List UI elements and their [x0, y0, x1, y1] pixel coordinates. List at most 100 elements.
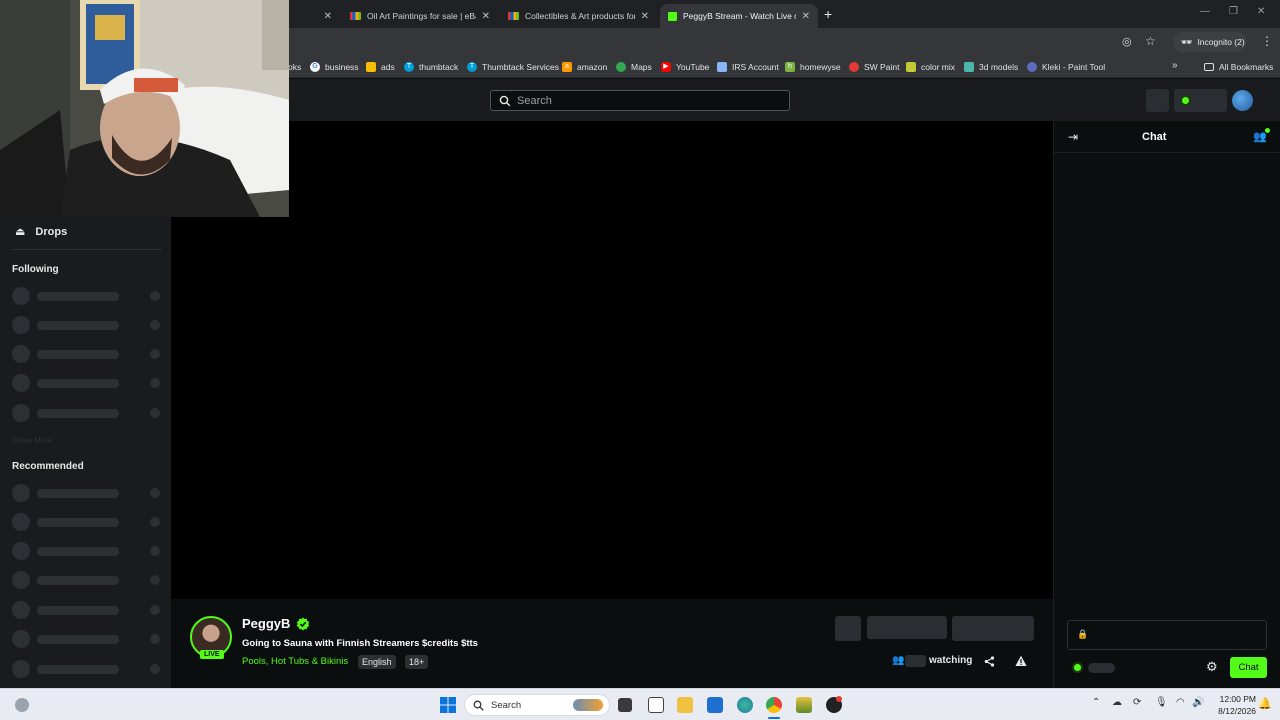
file-explorer-icon[interactable]	[677, 697, 693, 713]
send-chat-button[interactable]: Chat	[1230, 657, 1267, 678]
watching-label: watching	[929, 655, 973, 666]
following-channel-skeleton[interactable]	[12, 345, 160, 363]
close-tab-icon[interactable]: ✕	[802, 11, 810, 22]
bookmark-item[interactable]: ▶ YouTube	[661, 60, 709, 74]
windows-start-icon[interactable]	[440, 697, 456, 713]
notifications-bell-icon[interactable]: 🔔	[1258, 697, 1272, 710]
tray-sync-icon[interactable]: ⟳	[1133, 697, 1141, 708]
search-highlight-icon	[573, 699, 603, 711]
ebay-favicon-icon	[508, 12, 519, 20]
bookmark-item[interactable]: SW Paint	[849, 60, 899, 74]
sidebar-item-drops[interactable]: ⏏ Drops	[15, 225, 67, 239]
taskbar-search-box[interactable]: Search	[464, 694, 610, 716]
incognito-icon: 🕶	[1181, 36, 1193, 47]
tag-18-plus[interactable]: 18+	[405, 655, 429, 669]
bookmarks-overflow-icon[interactable]: »	[1172, 60, 1178, 71]
kick-favicon-icon	[668, 11, 677, 21]
thumbtack-icon: T	[467, 62, 477, 72]
tray-app-icon[interactable]: ☁	[1112, 697, 1122, 708]
google-ads-icon	[366, 62, 376, 72]
close-tab-icon[interactable]: ✕	[641, 11, 649, 22]
kick-coin-icon[interactable]	[1072, 662, 1083, 673]
bookmark-star-icon[interactable]: ☆	[1145, 34, 1156, 48]
browser-tab-active[interactable]: PeggyB Stream - Watch Live on ✕	[660, 4, 818, 28]
recommended-channel-skeleton[interactable]	[12, 630, 160, 648]
tag-english[interactable]: English	[358, 655, 396, 669]
wifi-icon[interactable]: ◠	[1176, 697, 1185, 708]
chat-message-input[interactable]: 🔒	[1067, 620, 1267, 650]
bookmark-item[interactable]: color mix	[906, 60, 955, 74]
search-icon	[473, 700, 484, 711]
avatar[interactable]	[1232, 90, 1253, 111]
incognito-indicator[interactable]: 🕶 Incognito (2)	[1173, 32, 1247, 52]
action-placeholder-button[interactable]	[835, 616, 861, 641]
browser-tab[interactable]: Collectibles & Art products for ✕	[500, 4, 657, 28]
bookmark-item[interactable]: a amazon	[562, 60, 607, 74]
chrome-icon[interactable]	[766, 697, 782, 713]
recommended-channel-skeleton[interactable]	[12, 660, 160, 678]
recommended-channel-skeleton[interactable]	[12, 542, 160, 560]
bookmark-item[interactable]: 3d models	[964, 60, 1018, 74]
tray-overflow-icon[interactable]: ⌃	[1092, 697, 1100, 708]
recommended-channel-skeleton[interactable]	[12, 484, 160, 502]
bookmark-item[interactable]: Maps	[616, 60, 652, 74]
verified-badge-icon	[297, 617, 310, 630]
video-player[interactable]	[171, 121, 1053, 599]
category-link[interactable]: Pools, Hot Tubs & Bikinis	[242, 656, 348, 667]
nav-placeholder-button[interactable]	[1146, 89, 1169, 112]
minimize-icon[interactable]: —	[1200, 6, 1210, 17]
channel-name-row: PeggyB	[242, 616, 310, 631]
bookmark-item[interactable]: oks	[288, 60, 301, 74]
bookmark-item[interactable]: ads	[366, 60, 395, 74]
search-input[interactable]: Search	[490, 90, 790, 111]
calculator-icon[interactable]	[707, 697, 723, 713]
app-stack-icon[interactable]	[796, 697, 812, 713]
live-badge: LIVE	[200, 650, 224, 659]
share-icon[interactable]	[984, 656, 995, 667]
all-bookmarks-button[interactable]: All Bookmarks	[1204, 60, 1273, 74]
thumbtack-icon: T	[404, 62, 414, 72]
recommended-channel-skeleton[interactable]	[12, 601, 160, 619]
report-warning-icon[interactable]	[1015, 655, 1027, 667]
bookmark-item[interactable]: Kleki - Paint Tool	[1027, 60, 1105, 74]
close-window-icon[interactable]: ✕	[1257, 6, 1265, 17]
amazon-icon: a	[562, 62, 572, 72]
chat-settings-gear-icon[interactable]: ⚙	[1206, 659, 1218, 675]
channel-name[interactable]: PeggyB	[242, 616, 290, 631]
eye-slash-icon[interactable]: ◎	[1122, 35, 1132, 48]
kick-coins-button[interactable]	[1174, 89, 1227, 112]
active-app-indicator	[768, 717, 780, 719]
bookmark-item[interactable]: T Thumbtack Services	[467, 60, 559, 74]
volume-icon[interactable]: 🔊	[1192, 697, 1204, 708]
following-heading: Following	[12, 264, 59, 275]
following-channel-skeleton[interactable]	[12, 287, 160, 305]
following-channel-skeleton[interactable]	[12, 404, 160, 422]
close-tab-icon[interactable]: ✕	[482, 11, 490, 22]
clock-date[interactable]: 8/12/2026	[1212, 706, 1256, 716]
edge-browser-icon[interactable]	[737, 697, 753, 713]
browser-menu-icon[interactable]: ⋮	[1261, 34, 1273, 48]
microphone-icon[interactable]: 🎙	[1155, 697, 1168, 708]
following-channel-skeleton[interactable]	[12, 316, 160, 334]
close-tab-icon[interactable]: ✕	[324, 11, 332, 22]
widgets-icon[interactable]	[15, 698, 29, 712]
bookmark-item[interactable]: h homewyse	[785, 60, 841, 74]
clock-time[interactable]: 12:00 PM	[1212, 694, 1256, 704]
bookmark-item[interactable]: Gbusiness	[310, 60, 359, 74]
bookmark-item[interactable]: Tthumbtack	[404, 60, 458, 74]
google-icon: G	[310, 62, 320, 72]
collapse-chat-icon[interactable]: ⇥	[1068, 130, 1078, 144]
subscribe-button-placeholder[interactable]	[952, 616, 1034, 641]
follow-button-placeholder[interactable]	[867, 616, 947, 639]
bookmark-item[interactable]: IRS Account	[717, 60, 779, 74]
notepad-icon[interactable]	[648, 697, 664, 713]
recommended-channel-skeleton[interactable]	[12, 571, 160, 589]
viewer-count-placeholder	[905, 655, 926, 667]
recommended-channel-skeleton[interactable]	[12, 513, 160, 531]
new-tab-button[interactable]: +	[824, 6, 832, 22]
show-more-link[interactable]: Show More	[12, 436, 52, 445]
task-view-icon[interactable]	[618, 698, 632, 712]
following-channel-skeleton[interactable]	[12, 374, 160, 392]
restore-icon[interactable]: ❐	[1229, 6, 1238, 17]
browser-tab[interactable]: Oil Art Paintings for sale | eBay ✕	[342, 4, 498, 28]
